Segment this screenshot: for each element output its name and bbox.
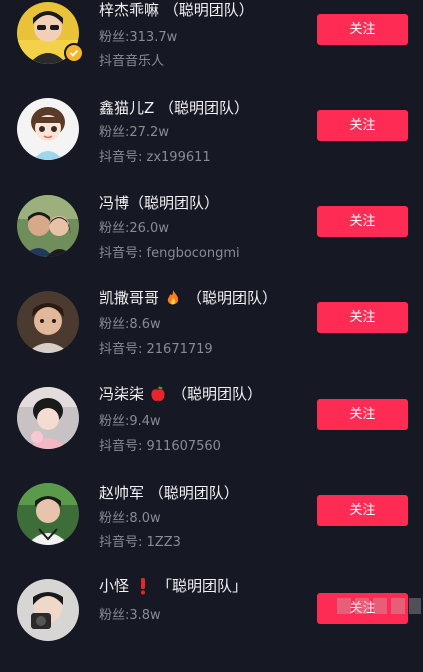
user-name-text: 凯撒哥哥 [99, 289, 160, 307]
user-name: 鑫猫儿Z （聪明团队） [99, 99, 250, 117]
verified-badge-icon [64, 43, 84, 63]
follow-button[interactable]: 关注 [317, 14, 408, 45]
user-name-text: 冯柒柒 [99, 385, 145, 403]
follow-button[interactable]: 关注 [317, 399, 408, 430]
fans-count: 粉丝:8.6w [99, 317, 161, 332]
user-subtitle: 抖音号: 1ZZ3 [99, 535, 181, 550]
list-item[interactable]: 赵帅军 （聪明团队） 粉丝:8.0w 抖音号: 1ZZ3 关注 [0, 480, 423, 576]
list-item[interactable]: 冯博（聪明团队） 粉丝:26.0w 抖音号: fengbocongmi 关注 [0, 192, 423, 288]
fans-count: 粉丝:27.2w [99, 125, 169, 140]
user-name: 冯柒柒 （聪明团队） [99, 384, 262, 404]
fire-icon [165, 289, 181, 307]
list-item[interactable]: 小怪 「聪明团队」 粉丝:3.8w 关注 [0, 576, 423, 672]
list-item[interactable]: 冯柒柒 （聪明团队） 粉丝:9.4w 抖音号: 911607560 关注 [0, 384, 423, 480]
avatar[interactable] [17, 291, 79, 353]
user-name: 梓杰乖嘛 （聪明团队） [99, 1, 254, 19]
user-name: 凯撒哥哥 （聪明团队） [99, 288, 277, 308]
user-name-text: 小怪 [99, 577, 130, 595]
follow-button[interactable]: 关注 [317, 495, 408, 526]
user-name: 赵帅军 （聪明团队） [99, 484, 239, 502]
avatar[interactable] [17, 579, 79, 641]
user-name-suffix: 「聪明团队」 [157, 577, 248, 595]
avatar[interactable] [17, 195, 79, 257]
fans-count: 粉丝:313.7w [99, 30, 178, 45]
user-name: 冯博（聪明团队） [99, 194, 220, 212]
list-item[interactable]: 梓杰乖嘛 （聪明团队） 粉丝:313.7w 抖音音乐人 关注 [0, 0, 423, 96]
fans-count: 粉丝:9.4w [99, 414, 161, 429]
user-subtitle: 抖音号: 21671719 [99, 342, 213, 357]
apple-icon [150, 385, 166, 403]
follow-button[interactable]: 关注 [317, 206, 408, 237]
follow-button[interactable]: 关注 [317, 110, 408, 141]
fans-count: 粉丝:26.0w [99, 221, 169, 236]
exclamation-icon [135, 577, 151, 595]
fans-count: 粉丝:8.0w [99, 511, 161, 526]
user-subtitle: 抖音号: fengbocongmi [99, 246, 240, 261]
user-subtitle: 抖音音乐人 [99, 54, 165, 69]
user-subtitle: 抖音号: zx199611 [99, 150, 211, 165]
user-name: 小怪 「聪明团队」 [99, 576, 247, 596]
list-item[interactable]: 凯撒哥哥 （聪明团队） 粉丝:8.6w 抖音号: 21671719 关注 [0, 288, 423, 384]
fans-count: 粉丝:3.8w [99, 608, 161, 623]
list-item[interactable]: 鑫猫儿Z （聪明团队） 粉丝:27.2w 抖音号: zx199611 关注 [0, 96, 423, 192]
avatar[interactable] [17, 387, 79, 449]
user-name-suffix: （聪明团队） [187, 289, 278, 307]
avatar[interactable] [17, 483, 79, 545]
user-name-suffix: （聪明团队） [172, 385, 263, 403]
watermark-graphic [335, 594, 423, 620]
follow-button[interactable]: 关注 [317, 302, 408, 333]
avatar[interactable] [17, 98, 79, 160]
user-subtitle: 抖音号: 911607560 [99, 439, 221, 454]
